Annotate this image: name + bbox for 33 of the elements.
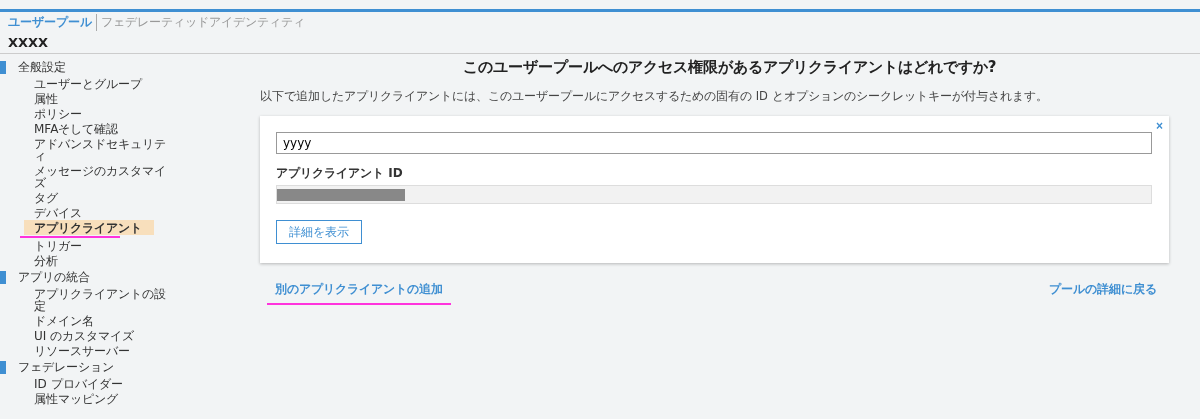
- sidebar-item[interactable]: メッセージのカスタマイズ: [24, 163, 184, 190]
- sidebar-section[interactable]: 全般設定: [0, 59, 200, 75]
- section-marker-icon: [0, 360, 6, 374]
- sidebar-item[interactable]: ポリシー: [24, 106, 184, 121]
- section-marker-icon: [0, 270, 6, 284]
- sidebar-section[interactable]: フェデレーション: [0, 359, 200, 375]
- field-label: アプリクライアント ID: [276, 165, 404, 182]
- details-button[interactable]: 詳細を表示: [276, 220, 362, 244]
- section-label: 全般設定: [18, 58, 66, 76]
- section-label: フェデレーション: [18, 358, 114, 376]
- page-heading: このユーザープールへのアクセス権限があるアプリクライアントはどれですか?: [461, 58, 998, 77]
- section-label: アプリの統合: [18, 268, 90, 286]
- close-button[interactable]: ×: [1156, 119, 1163, 133]
- sidebar-section[interactable]: アプリの統合: [0, 269, 200, 285]
- sidebar-item[interactable]: トリガー: [24, 238, 184, 253]
- sidebar-item[interactable]: MFAそして確認: [24, 121, 184, 136]
- sidebar-item[interactable]: 分析: [24, 253, 184, 268]
- sidebar-item[interactable]: ドメイン名: [24, 313, 184, 328]
- sidebar-item[interactable]: 属性: [24, 91, 184, 106]
- sidebar-item[interactable]: ユーザーとグループ: [24, 76, 184, 91]
- sidebar-item[interactable]: アプリクライアントの設定: [24, 286, 184, 313]
- sidebar-item[interactable]: 属性マッピング: [24, 391, 184, 406]
- pool-name: XXXX: [0, 31, 1200, 54]
- input-field[interactable]: yyyy: [276, 132, 1152, 154]
- sidebar-item[interactable]: アプリクライアント: [24, 220, 154, 235]
- sidebar-item[interactable]: アドバンスドセキュリティ: [24, 136, 184, 163]
- sidebar-item[interactable]: UI のカスタマイズ: [24, 328, 184, 343]
- description: 以下で追加したアプリクライアントには、このユーザープールにアクセスするための固有の ID とオプションのシークレットキーが付与されます。: [260, 89, 1049, 104]
- sidebar-item[interactable]: リソースサーバー: [24, 343, 184, 358]
- sidebar-item[interactable]: デバイス: [24, 205, 184, 220]
- sidebar-item[interactable]: タグ: [24, 190, 184, 205]
- sidebar-item[interactable]: ID プロバイダー: [24, 376, 184, 391]
- section-marker-icon: [0, 60, 6, 74]
